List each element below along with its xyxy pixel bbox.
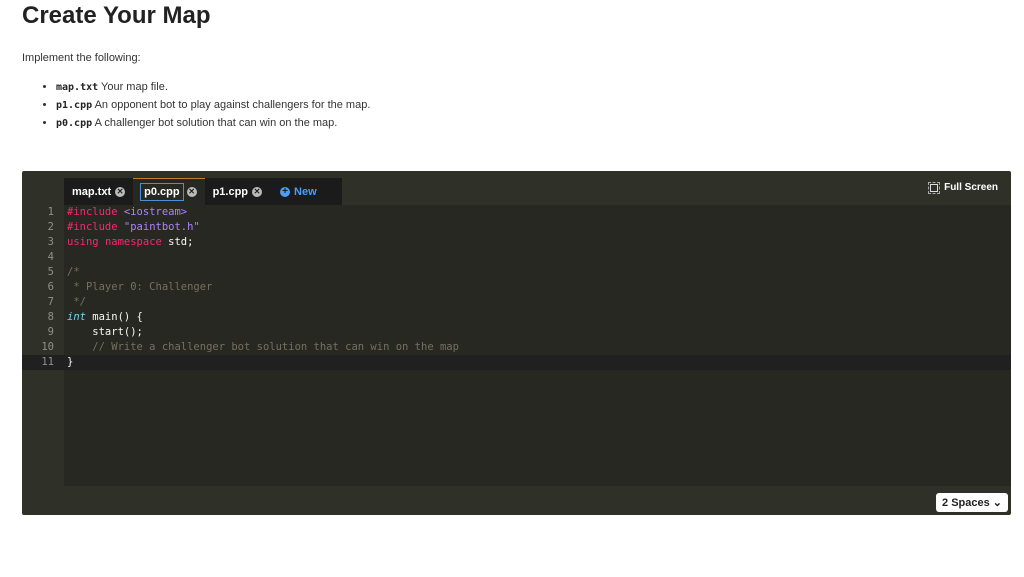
new-file-button[interactable]: + New: [280, 186, 317, 198]
intro-text: Implement the following:: [22, 52, 141, 64]
list-item: p1.cpp An opponent bot to play against c…: [56, 98, 370, 113]
page-title: Create Your Map: [22, 2, 211, 29]
tab-p1-cpp[interactable]: p1.cpp ✕: [205, 178, 270, 205]
file-list: map.txt Your map file. p1.cpp An opponen…: [36, 80, 370, 134]
line-gutter: 1 2 3 4 5 6 7 8 9 10 11: [22, 205, 64, 486]
close-icon[interactable]: ✕: [252, 186, 263, 197]
code-editor: map.txt ✕ p0.cpp ✕ p1.cpp ✕ + New Full Scree…: [22, 171, 1011, 515]
tab-p0-cpp[interactable]: p0.cpp ✕: [133, 177, 205, 206]
plus-icon: +: [280, 186, 291, 197]
file-tabs: map.txt ✕ p0.cpp ✕ p1.cpp ✕ + New: [64, 177, 342, 206]
list-item: p0.cpp A challenger bot solution that ca…: [56, 116, 370, 131]
fold-toggle[interactable]: 8: [22, 310, 64, 325]
indent-select[interactable]: 2 Spaces ⌄: [936, 493, 1008, 512]
close-icon[interactable]: ✕: [186, 187, 197, 197]
close-icon[interactable]: ✕: [115, 186, 126, 197]
tab-map-txt[interactable]: map.txt ✕: [64, 178, 133, 205]
chevron-down-icon: ⌄: [992, 497, 1002, 509]
fullscreen-icon: [928, 181, 941, 194]
list-item: map.txt Your map file.: [56, 80, 370, 95]
code-area[interactable]: #include <iostream> #include "paintbot.h…: [64, 205, 1011, 486]
full-screen-button[interactable]: Full Screen: [928, 181, 998, 194]
fold-toggle[interactable]: 5: [22, 265, 64, 280]
